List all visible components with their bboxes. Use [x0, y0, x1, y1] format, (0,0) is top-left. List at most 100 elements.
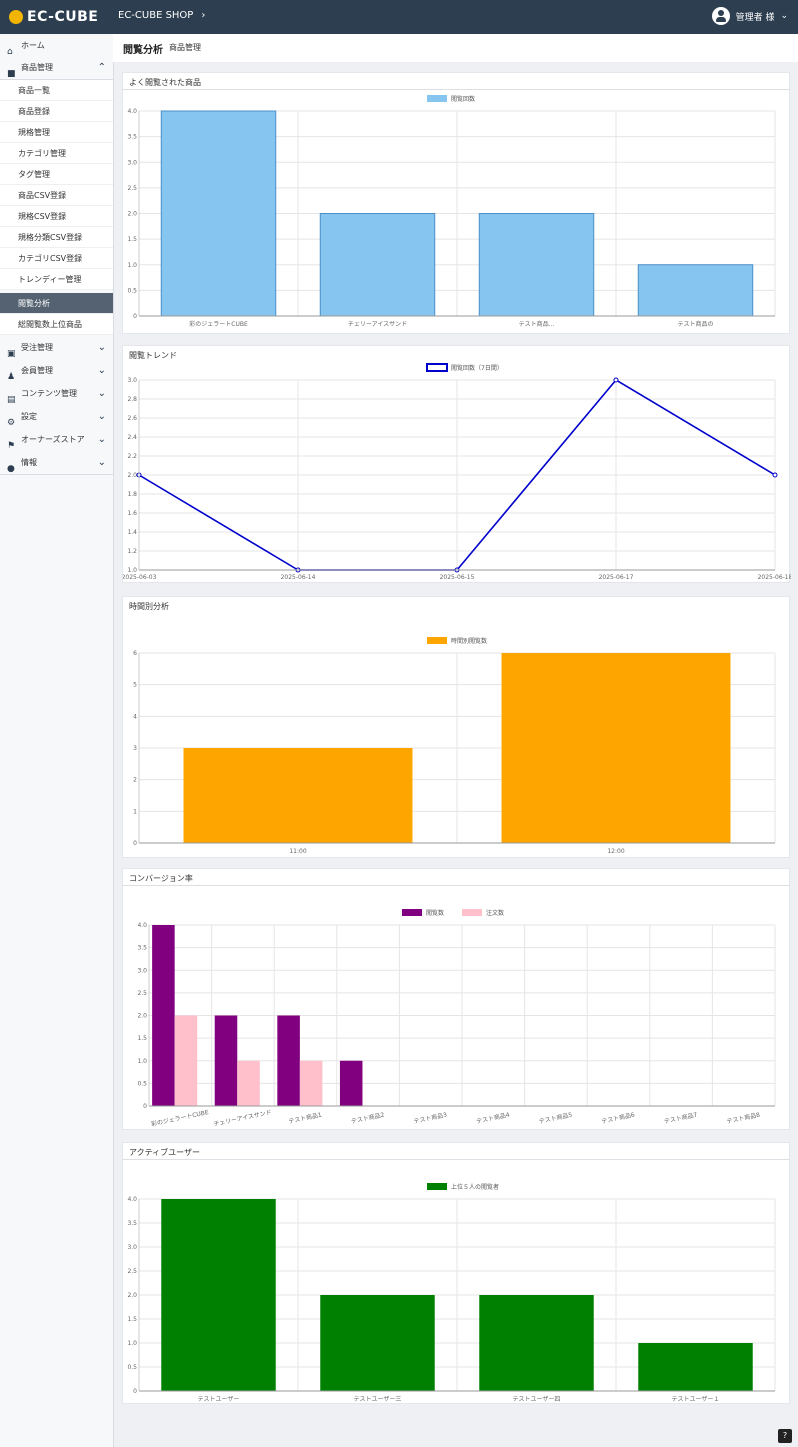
- bar: [319, 213, 436, 317]
- data-point: [613, 377, 619, 383]
- sub-item-product-csv[interactable]: 商品CSV登録: [0, 185, 113, 206]
- sub-item-product-register[interactable]: 商品登録: [0, 101, 113, 122]
- y-tick-label: 0: [133, 840, 137, 847]
- shop-name: EC-CUBE SHOP: [118, 10, 194, 21]
- logo[interactable]: EC-CUBE: [9, 9, 98, 25]
- x-tick-label: テストユーザー１: [672, 1396, 720, 1403]
- sub-item-spec-csv[interactable]: 規格CSV登録: [0, 206, 113, 227]
- sub-item-spec[interactable]: 規格管理: [0, 122, 113, 143]
- x-tick-label: 彩のジェラートCUBE: [150, 1108, 209, 1128]
- legend-swatch: [426, 363, 448, 372]
- x-tick-label: テストユーザー四: [513, 1396, 561, 1403]
- bar: [478, 213, 595, 317]
- top-bar: EC-CUBE EC-CUBE SHOP › 管理者 様 ⌄: [0, 0, 798, 34]
- bar: [501, 653, 731, 843]
- bar: [183, 748, 413, 843]
- sidebar-item-members[interactable]: ♟ 会員管理 ⌄: [0, 359, 113, 383]
- chart-panel-popular: よく閲覧された商品 閲覧回数 0 0.5 1.0 1.5 2.0 2.5 3.0 3.5 4.0 彩…: [122, 72, 790, 334]
- legend-swatch: [427, 1183, 447, 1190]
- sidebar-item-home[interactable]: ⌂ ホーム: [0, 34, 113, 58]
- sub-item-category[interactable]: カテゴリ管理: [0, 143, 113, 164]
- sub-item-category-csv[interactable]: カテゴリCSV登録: [0, 248, 113, 269]
- y-tick-label: 4: [133, 713, 137, 720]
- bar: [320, 1295, 435, 1391]
- y-tick-label: 3: [133, 745, 137, 752]
- shop-link[interactable]: EC-CUBE SHOP ›: [118, 10, 205, 21]
- sidebar-item-settings[interactable]: ⚙ 設定 ⌄: [0, 405, 113, 429]
- conversion-chart: 閲覧数 注文数 0 0.5 1.0 1.5 2.0 2.5 3.0 3.5 4.0 彩のジェラートCU…: [137, 909, 776, 1128]
- bar: [160, 110, 277, 317]
- user-menu[interactable]: 管理者 様 ⌄: [711, 7, 788, 25]
- x-tick-label: テストユーザー三: [354, 1396, 402, 1403]
- sidebar-item-products[interactable]: ■ 商品管理 ⌃: [0, 56, 113, 80]
- sidebar-item-orders[interactable]: ▣ 受注管理 ⌄: [0, 336, 113, 360]
- y-tick-label: 1.5: [127, 1316, 137, 1323]
- y-tick-label: 2.4: [127, 434, 137, 441]
- y-tick-label: 3.5: [127, 1220, 137, 1227]
- x-tick-label: テストユーザー: [198, 1396, 240, 1403]
- user-name: 管理者 様: [735, 12, 775, 23]
- x-tick-label: テスト商品5: [538, 1111, 573, 1126]
- help-icon[interactable]: ?: [778, 1429, 792, 1443]
- chevron-down-icon: ⌄: [97, 388, 106, 399]
- bar: [299, 1060, 323, 1106]
- x-tick-label: 12:00: [607, 848, 624, 855]
- brand-name: EC-CUBE: [27, 9, 99, 25]
- active-users-chart: 上位５人の閲覧者 0 0.5 1.0 1.5 2.0 2.5 3.0 3.5 4.0 テストユーザー…: [127, 1183, 776, 1403]
- sub-item-browse-analysis[interactable]: 閲覧分析: [0, 293, 113, 314]
- x-tick-label: テスト商品4: [476, 1111, 511, 1126]
- cube-logo-icon: [9, 10, 23, 24]
- y-tick-label: 4.0: [127, 1196, 137, 1203]
- x-tick-label: 2025-06-18: [758, 574, 791, 581]
- sub-item-top-products[interactable]: 総閲覧数上位商品: [0, 314, 113, 335]
- bar: [214, 1015, 238, 1106]
- hourly-analysis-chart: 時間別閲覧数 0 1 2 3 4 5 6 11:00 12:00: [133, 637, 776, 855]
- x-tick-label: 11:00: [289, 848, 306, 855]
- sidebar-item-owners-store[interactable]: ⚑ オーナーズストア ⌄: [0, 428, 113, 452]
- sub-item-product-list[interactable]: 商品一覧: [0, 80, 113, 101]
- y-tick-label: 4.0: [137, 922, 147, 929]
- y-tick-label: 3.0: [137, 967, 147, 974]
- y-tick-label: 1.5: [127, 236, 137, 243]
- sub-item-trend[interactable]: トレンディー管理: [0, 269, 113, 290]
- y-tick-label: 5: [133, 682, 137, 689]
- x-tick-label: 2025-06-17: [599, 574, 634, 581]
- legend-label: 上位５人の閲覧者: [451, 1183, 499, 1191]
- y-tick-label: 1.0: [127, 262, 137, 269]
- legend-label: 閲覧回数: [451, 95, 475, 103]
- chevron-down-icon: ⌄: [97, 457, 106, 468]
- y-tick-label: 3.0: [127, 1244, 137, 1251]
- y-tick-label: 1.5: [137, 1035, 147, 1042]
- x-tick-label: テスト商品8: [726, 1111, 761, 1126]
- legend-swatch: [427, 637, 447, 644]
- x-tick-label: 彩のジェラートCUBE: [189, 320, 248, 328]
- legend-label: 閲覧数: [426, 909, 444, 917]
- y-tick-label: 2.0: [127, 1292, 137, 1299]
- y-tick-label: 2.2: [127, 453, 137, 460]
- y-tick-label: 4.0: [127, 108, 137, 115]
- x-tick-label: テスト商品6: [601, 1111, 636, 1126]
- y-tick-label: 3.5: [127, 134, 137, 141]
- chevron-down-icon: ⌄: [97, 365, 106, 376]
- sub-item-spec-class-csv[interactable]: 規格分類CSV登録: [0, 227, 113, 248]
- y-tick-label: 2.6: [127, 415, 137, 422]
- y-tick-label: 1.6: [127, 510, 137, 517]
- x-tick-label: テスト商品...: [519, 320, 555, 328]
- bar: [339, 1060, 363, 1106]
- user-icon: [711, 7, 730, 25]
- bar: [638, 1343, 753, 1391]
- chart-panel-active-users: アクティブユーザー 上位５人の閲覧者 0 0.5 1.0 1.5 2.0 2.5 3.0 3.5…: [122, 1142, 790, 1404]
- chart-panel-conversion: コンバージョン率 閲覧数 注文数 0 0.5 1.0 1.5 2.0 2.5 3.0 3.5 4.0…: [122, 868, 790, 1130]
- legend-swatch: [427, 95, 447, 102]
- sub-item-tag[interactable]: タグ管理: [0, 164, 113, 185]
- y-tick-label: 2.5: [127, 1268, 137, 1275]
- page-header: 閲覧分析 商品管理: [113, 34, 798, 62]
- x-tick-label: チェリーアイスサンド: [213, 1109, 272, 1128]
- sidebar-item-contents[interactable]: ▤ コンテンツ管理 ⌄: [0, 382, 113, 406]
- chart-panel-trend: 閲覧トレンド 閲覧回数（7日間） 1.0 1.2 1.4 1.6 1.8 2.0 2.2 2.4…: [122, 345, 791, 583]
- x-tick-label: テスト商品3: [413, 1111, 448, 1126]
- sidebar-item-info[interactable]: ● 情報 ⌄: [0, 451, 113, 475]
- legend-label: 注文数: [486, 909, 504, 917]
- x-tick-label: テスト商品1: [288, 1111, 323, 1126]
- info-icon: ●: [7, 464, 15, 474]
